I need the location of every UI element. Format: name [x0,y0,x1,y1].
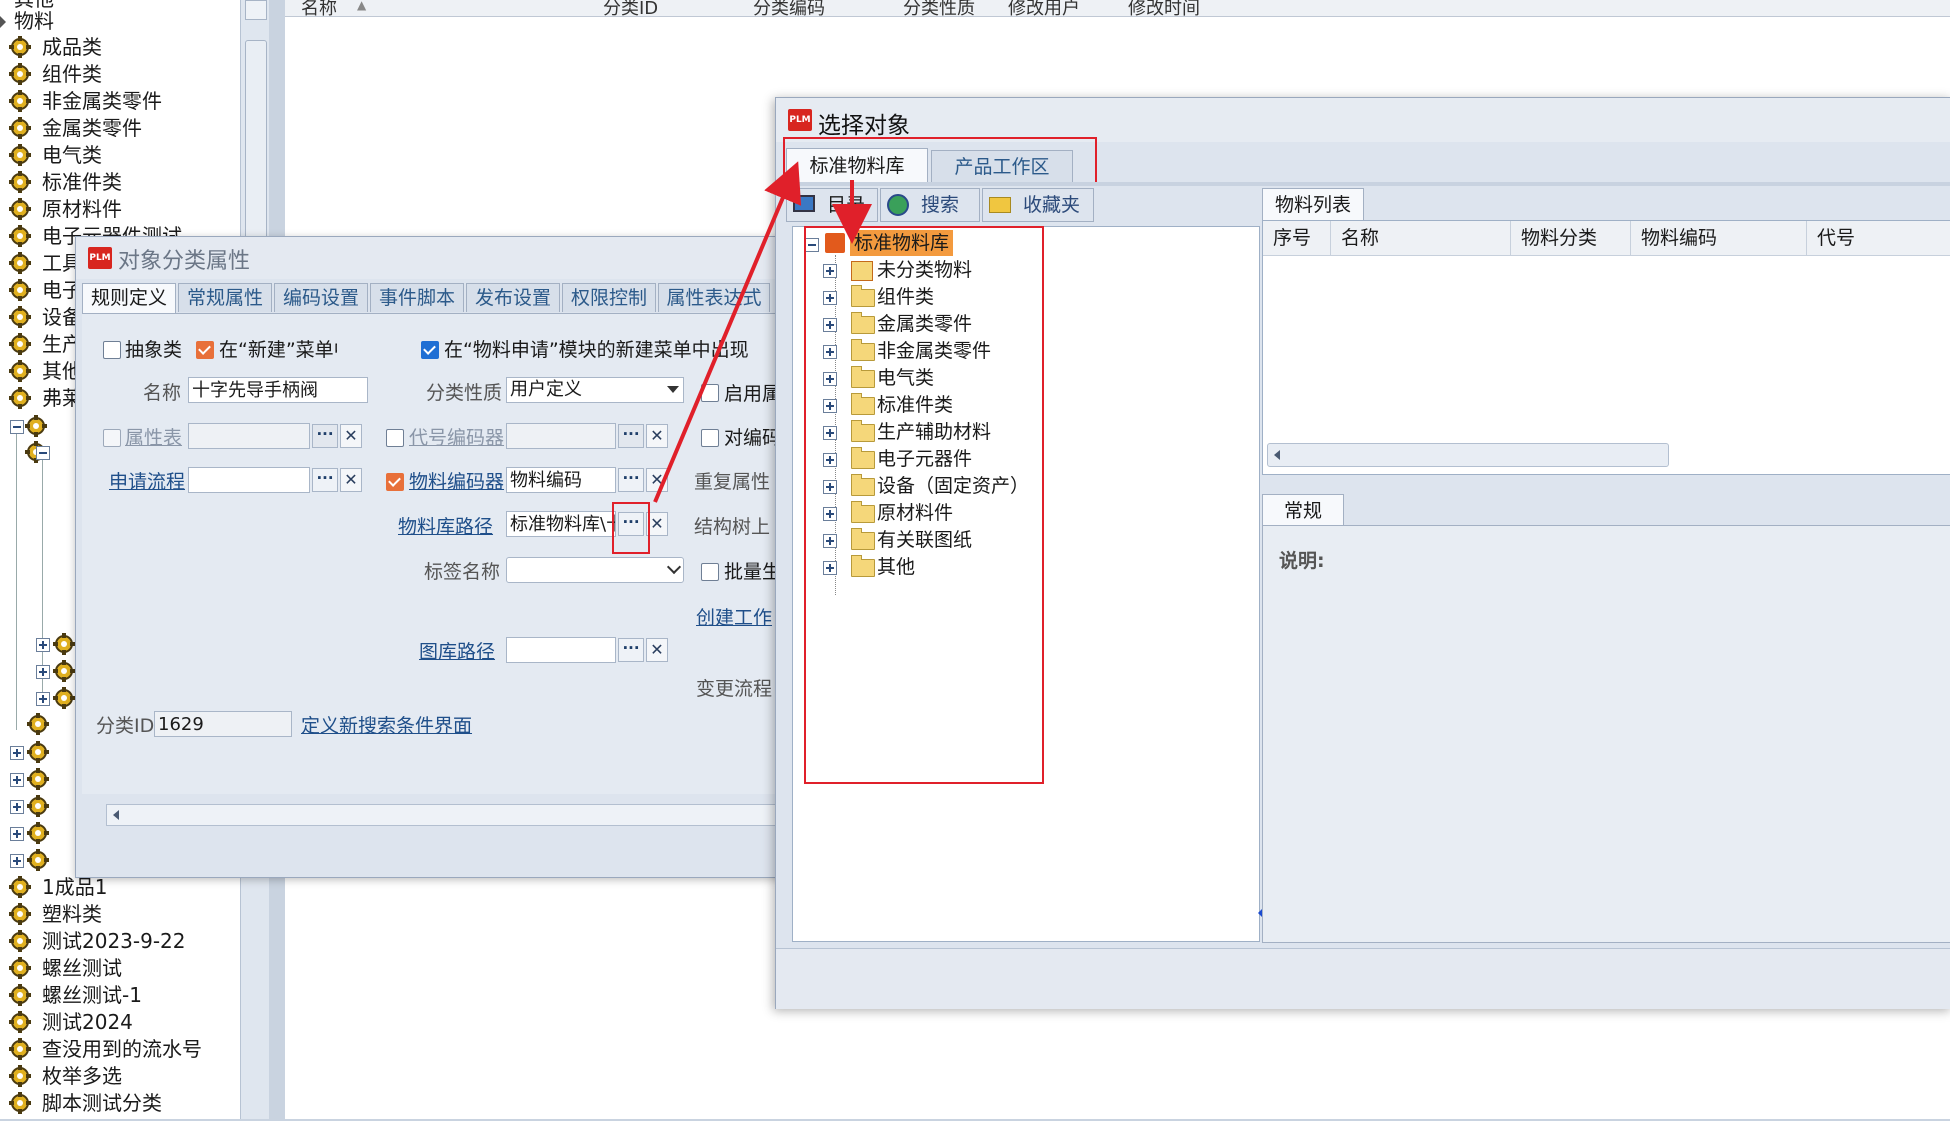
annotation-arrow [653,161,802,503]
annotation-arrows [653,161,872,503]
